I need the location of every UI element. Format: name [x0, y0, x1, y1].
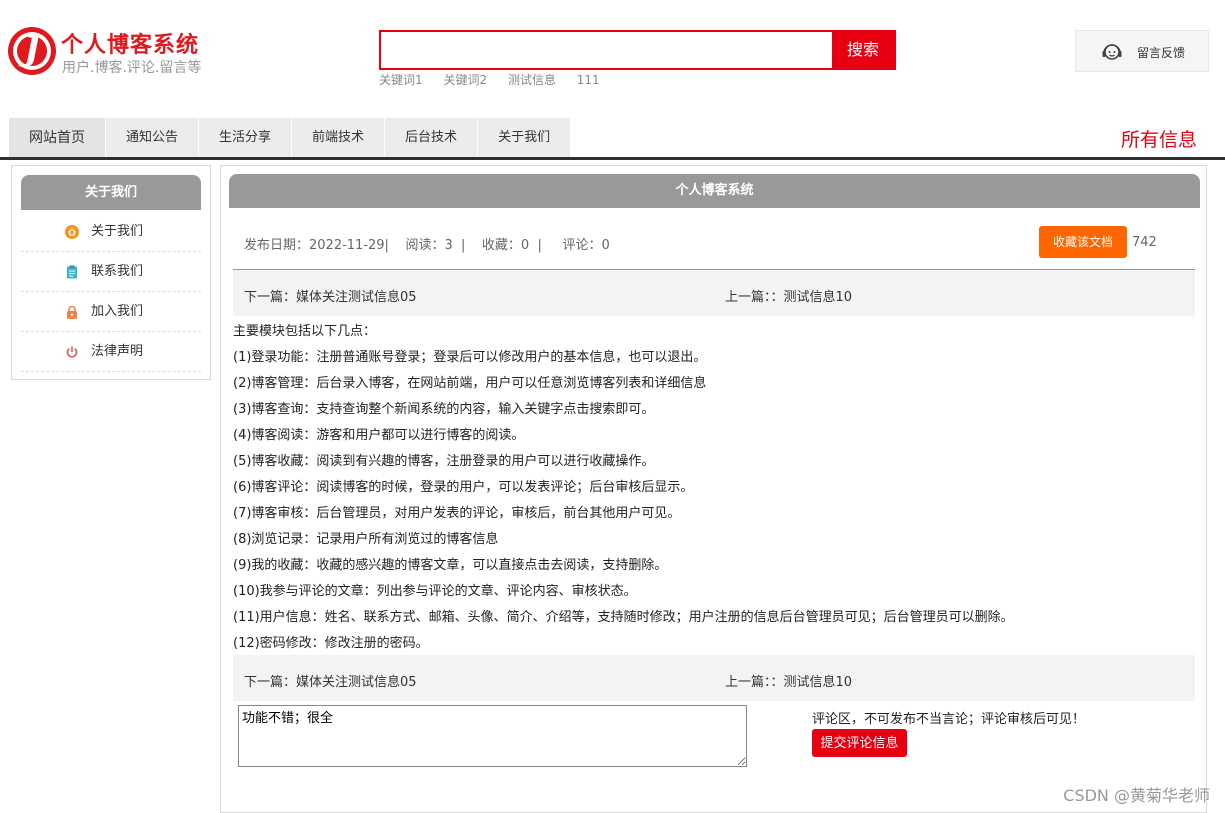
- main-nav: 网站首页 通知公告 生活分享 前端技术 后台技术 关于我们: [9, 118, 572, 158]
- article-paragraph: (6)博客评论：阅读博客的时候，登录的用户，可以发表评论；后台审核后显示。: [233, 480, 694, 495]
- favorite-button[interactable]: 收藏该文档: [1039, 226, 1127, 258]
- article-paragraph: (4)博客阅读：游客和用户都可以进行博客的阅读。: [233, 428, 525, 443]
- nav-item-frontend[interactable]: 前端技术: [292, 118, 386, 158]
- search-input[interactable]: [381, 32, 832, 68]
- logo-letter-icon: J: [23, 29, 41, 69]
- article-paragraph: (5)博客收藏：阅读到有兴趣的博客，注册登录的用户可以进行收藏操作。: [233, 454, 655, 469]
- keyword-link[interactable]: 关键词2: [443, 73, 487, 87]
- lock-icon: [67, 305, 77, 319]
- nav-item-home[interactable]: 网站首页: [9, 118, 106, 158]
- headset-icon: [1102, 44, 1122, 60]
- prev-article-link[interactable]: 上一篇：：测试信息10: [725, 671, 852, 690]
- nav-item-notice[interactable]: 通知公告: [106, 118, 200, 158]
- site-subtitle: 用户.博客.评论.留言等: [62, 60, 202, 76]
- next-article-link[interactable]: 下一篇：媒体关注测试信息05: [244, 671, 417, 690]
- article-title: 个人博客系统: [229, 174, 1200, 208]
- article-content: 主要模块包括以下几点： (1)登录功能：注册普通账号登录；登录后可以修改用户的基…: [233, 319, 1195, 657]
- keyword-link[interactable]: 111: [577, 73, 600, 87]
- comment-note: 评论区，不可发布不当言论；评论审核后可见！: [812, 712, 1086, 727]
- comment-textarea[interactable]: 功能不错；很全: [238, 705, 747, 767]
- sidebar: 关于我们 关于我们 联系我们 加入我们 法律声明: [11, 165, 211, 380]
- nav-item-about[interactable]: 关于我们: [478, 118, 572, 158]
- watermark: CSDN @黄菊华老师: [1063, 786, 1210, 805]
- prev-article-link[interactable]: 上一篇：：测试信息10: [725, 286, 852, 305]
- sidebar-title: 关于我们: [21, 175, 201, 210]
- next-article-link[interactable]: 下一篇：媒体关注测试信息05: [244, 286, 417, 305]
- article-paragraph: (9)我的收藏：收藏的感兴趣的博客文章，可以直接点击去阅读，支持删除。: [233, 558, 668, 573]
- article-meta: 发布日期：2022-11-29| 阅读：3 | 收藏：0 | 评论：0: [244, 238, 610, 253]
- nav-item-backend[interactable]: 后台技术: [385, 118, 479, 158]
- sidebar-item-join[interactable]: 加入我们: [21, 292, 201, 332]
- hot-keywords: 关键词1 关键词2 测试信息 111: [379, 71, 617, 88]
- article-panel: 个人博客系统 发布日期：2022-11-29| 阅读：3 | 收藏：0 | 评论…: [220, 165, 1207, 813]
- feedback-label: 留言反馈: [1137, 46, 1186, 60]
- article-paragraph: (11)用户信息：姓名、联系方式、邮箱、头像、简介、介绍等，支持随时修改；用户注…: [233, 610, 1014, 625]
- search-bar: 搜索: [379, 30, 896, 70]
- article-paragraph: (12)密码修改：修改注册的密码。: [233, 636, 429, 651]
- nav-item-life[interactable]: 生活分享: [199, 118, 293, 158]
- prev-next-bottom: 下一篇：媒体关注测试信息05 上一篇：：测试信息10: [233, 655, 1195, 701]
- sidebar-item-contact[interactable]: 联系我们: [21, 252, 201, 292]
- power-icon: [66, 346, 78, 358]
- site-logo[interactable]: J: [8, 27, 56, 75]
- prev-next-top: 下一篇：媒体关注测试信息05 上一篇：：测试信息10: [233, 270, 1195, 316]
- submit-comment-button[interactable]: 提交评论信息: [812, 729, 907, 757]
- site-title: 个人博客系统: [61, 33, 200, 58]
- sidebar-item-label: 关于我们: [91, 224, 144, 239]
- article-paragraph: 主要模块包括以下几点：: [233, 324, 377, 339]
- favorite-count: 742: [1132, 235, 1157, 250]
- search-button[interactable]: 搜索: [832, 32, 894, 68]
- article-paragraph: (7)博客审核：后台管理员，对用户发表的评论，审核后，前台其他用户可见。: [233, 506, 681, 521]
- sidebar-item-about[interactable]: 关于我们: [21, 212, 201, 252]
- article-paragraph: (2)博客管理：后台录入博客，在网站前端，用户可以任意浏览博客列表和详细信息: [233, 376, 707, 391]
- sidebar-item-legal[interactable]: 法律声明: [21, 332, 201, 372]
- article-paragraph: (1)登录功能：注册普通账号登录；登录后可以修改用户的基本信息，也可以退出。: [233, 350, 707, 365]
- home-icon: [65, 225, 79, 239]
- clipboard-icon: [67, 265, 77, 279]
- all-info-title: 所有信息: [1120, 129, 1197, 151]
- nav-divider: [0, 157, 1225, 160]
- article-paragraph: (8)浏览记录：记录用户所有浏览过的博客信息: [233, 532, 499, 547]
- sidebar-item-label: 法律声明: [91, 344, 144, 359]
- article-paragraph: (3)博客查询：支持查询整个新闻系统的内容，输入关键字点击搜索即可。: [233, 402, 655, 417]
- sidebar-item-label: 加入我们: [91, 304, 144, 319]
- article-paragraph: (10)我参与评论的文章：列出参与评论的文章、评论内容、审核状态。: [233, 584, 637, 599]
- feedback-button[interactable]: 留言反馈: [1075, 30, 1209, 72]
- keyword-link[interactable]: 关键词1: [379, 73, 423, 87]
- keyword-link[interactable]: 测试信息: [508, 73, 556, 87]
- sidebar-item-label: 联系我们: [91, 264, 144, 279]
